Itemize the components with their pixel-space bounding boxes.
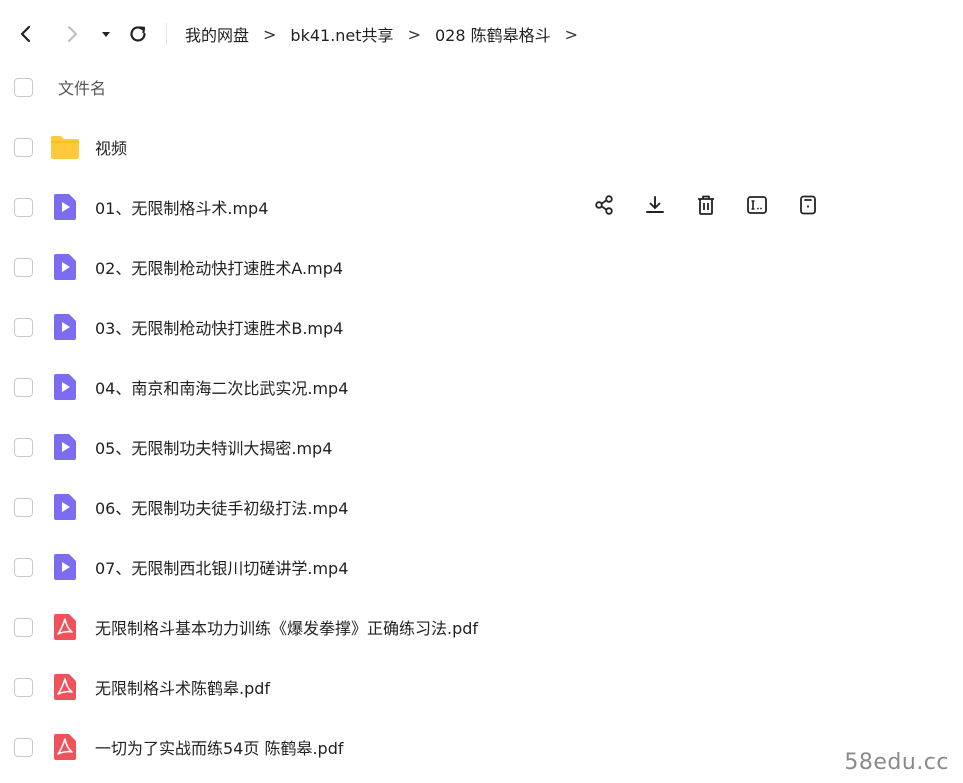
more-info-button[interactable] bbox=[794, 193, 822, 221]
file-row[interactable]: 05、无限制功夫特训大揭密.mp4 bbox=[0, 417, 963, 477]
file-name[interactable]: 03、无限制枪动快打速胜术B.mp4 bbox=[95, 315, 343, 339]
file-row[interactable]: 无限制格斗基本功力训练《爆发拳撑》正确练习法.pdf bbox=[0, 597, 963, 657]
history-dropdown-button[interactable] bbox=[94, 22, 118, 46]
forward-button[interactable] bbox=[60, 22, 84, 46]
breadcrumb-separator: > bbox=[564, 24, 579, 44]
download-icon bbox=[644, 194, 666, 220]
file-list: 文件名 视频 01、无限制格斗术.mp4 02、无限制枪动快打速胜术A.mp4 03、… bbox=[0, 57, 963, 777]
refresh-icon bbox=[127, 23, 149, 45]
file-row[interactable]: 04、南京和南海二次比武实况.mp4 bbox=[0, 357, 963, 417]
file-name[interactable]: 一切为了实战而练54页 陈鹤皋.pdf bbox=[95, 735, 343, 759]
file-row[interactable]: 07、无限制西北银川切磋讲学.mp4 bbox=[0, 537, 963, 597]
file-row[interactable]: 02、无限制枪动快打速胜术A.mp4 bbox=[0, 237, 963, 297]
row-checkbox[interactable] bbox=[14, 557, 33, 577]
file-name[interactable]: 05、无限制功夫特训大揭密.mp4 bbox=[95, 435, 332, 459]
row-checkbox[interactable] bbox=[14, 737, 33, 757]
download-button[interactable] bbox=[641, 193, 669, 221]
file-row[interactable]: 06、无限制功夫徒手初级打法.mp4 bbox=[0, 477, 963, 537]
row-checkbox[interactable] bbox=[14, 137, 33, 157]
file-name[interactable]: 无限制格斗术陈鹤皋.pdf bbox=[95, 675, 270, 699]
share-button[interactable] bbox=[590, 193, 618, 221]
watermark: 58edu.cc bbox=[844, 750, 949, 775]
file-name[interactable]: 01、无限制格斗术.mp4 bbox=[95, 195, 268, 219]
video-file-icon bbox=[50, 312, 80, 342]
delete-button[interactable] bbox=[692, 193, 720, 221]
file-name[interactable]: 04、南京和南海二次比武实况.mp4 bbox=[95, 375, 348, 399]
breadcrumb-item-root[interactable]: 我的网盘 bbox=[185, 22, 249, 46]
row-checkbox[interactable] bbox=[14, 197, 33, 217]
breadcrumb-item-share[interactable]: bk41.net共享 bbox=[290, 22, 393, 46]
chevron-left-icon bbox=[16, 24, 36, 44]
row-checkbox[interactable] bbox=[14, 317, 33, 337]
file-list-header: 文件名 bbox=[0, 57, 963, 117]
back-button[interactable] bbox=[14, 22, 38, 46]
row-checkbox[interactable] bbox=[14, 617, 33, 637]
row-checkbox[interactable] bbox=[14, 257, 33, 277]
row-checkbox[interactable] bbox=[14, 677, 33, 697]
file-name[interactable]: 06、无限制功夫徒手初级打法.mp4 bbox=[95, 495, 348, 519]
row-checkbox[interactable] bbox=[14, 437, 33, 457]
video-file-icon bbox=[50, 432, 80, 462]
caret-down-icon bbox=[100, 28, 112, 40]
video-file-icon bbox=[50, 372, 80, 402]
share-icon bbox=[593, 194, 615, 220]
pdf-file-icon bbox=[50, 612, 80, 642]
video-file-icon bbox=[50, 552, 80, 582]
more-info-icon bbox=[797, 194, 819, 220]
video-file-icon bbox=[50, 492, 80, 522]
breadcrumb-item-current[interactable]: 028 陈鹤皋格斗 bbox=[435, 22, 551, 46]
delete-icon bbox=[695, 194, 717, 220]
file-name[interactable]: 07、无限制西北银川切磋讲学.mp4 bbox=[95, 555, 348, 579]
video-file-icon bbox=[50, 192, 80, 222]
breadcrumb-separator: > bbox=[407, 24, 421, 44]
pdf-file-icon bbox=[50, 672, 80, 702]
file-row[interactable]: 一切为了实战而练54页 陈鹤皋.pdf bbox=[0, 717, 963, 777]
pdf-file-icon bbox=[50, 732, 80, 762]
file-row[interactable]: 01、无限制格斗术.mp4 bbox=[0, 177, 963, 237]
rename-button[interactable] bbox=[743, 193, 771, 221]
refresh-button[interactable] bbox=[126, 22, 150, 46]
file-row[interactable]: 03、无限制枪动快打速胜术B.mp4 bbox=[0, 297, 963, 357]
select-all-checkbox[interactable] bbox=[14, 77, 33, 97]
chevron-right-icon bbox=[62, 24, 82, 44]
video-file-icon bbox=[50, 252, 80, 282]
file-name[interactable]: 视频 bbox=[95, 135, 127, 159]
row-checkbox[interactable] bbox=[14, 377, 33, 397]
row-checkbox[interactable] bbox=[14, 497, 33, 517]
breadcrumb-separator: > bbox=[263, 24, 277, 44]
rename-icon bbox=[746, 194, 768, 220]
folder-icon bbox=[50, 132, 80, 162]
toolbar: 我的网盘 > bk41.net共享 > 028 陈鹤皋格斗 > bbox=[0, 14, 963, 54]
breadcrumb: 我的网盘 > bk41.net共享 > 028 陈鹤皋格斗 > bbox=[185, 14, 592, 54]
file-row[interactable]: 视频 bbox=[0, 117, 963, 177]
row-actions bbox=[590, 177, 845, 237]
file-name[interactable]: 无限制格斗基本功力训练《爆发拳撑》正确练习法.pdf bbox=[95, 615, 478, 639]
file-name[interactable]: 02、无限制枪动快打速胜术A.mp4 bbox=[95, 255, 343, 279]
file-browser: 我的网盘 > bk41.net共享 > 028 陈鹤皋格斗 > 文件名 视频 01… bbox=[0, 0, 963, 783]
file-row[interactable]: 无限制格斗术陈鹤皋.pdf bbox=[0, 657, 963, 717]
column-header-name[interactable]: 文件名 bbox=[58, 75, 106, 99]
toolbar-divider bbox=[166, 23, 167, 45]
